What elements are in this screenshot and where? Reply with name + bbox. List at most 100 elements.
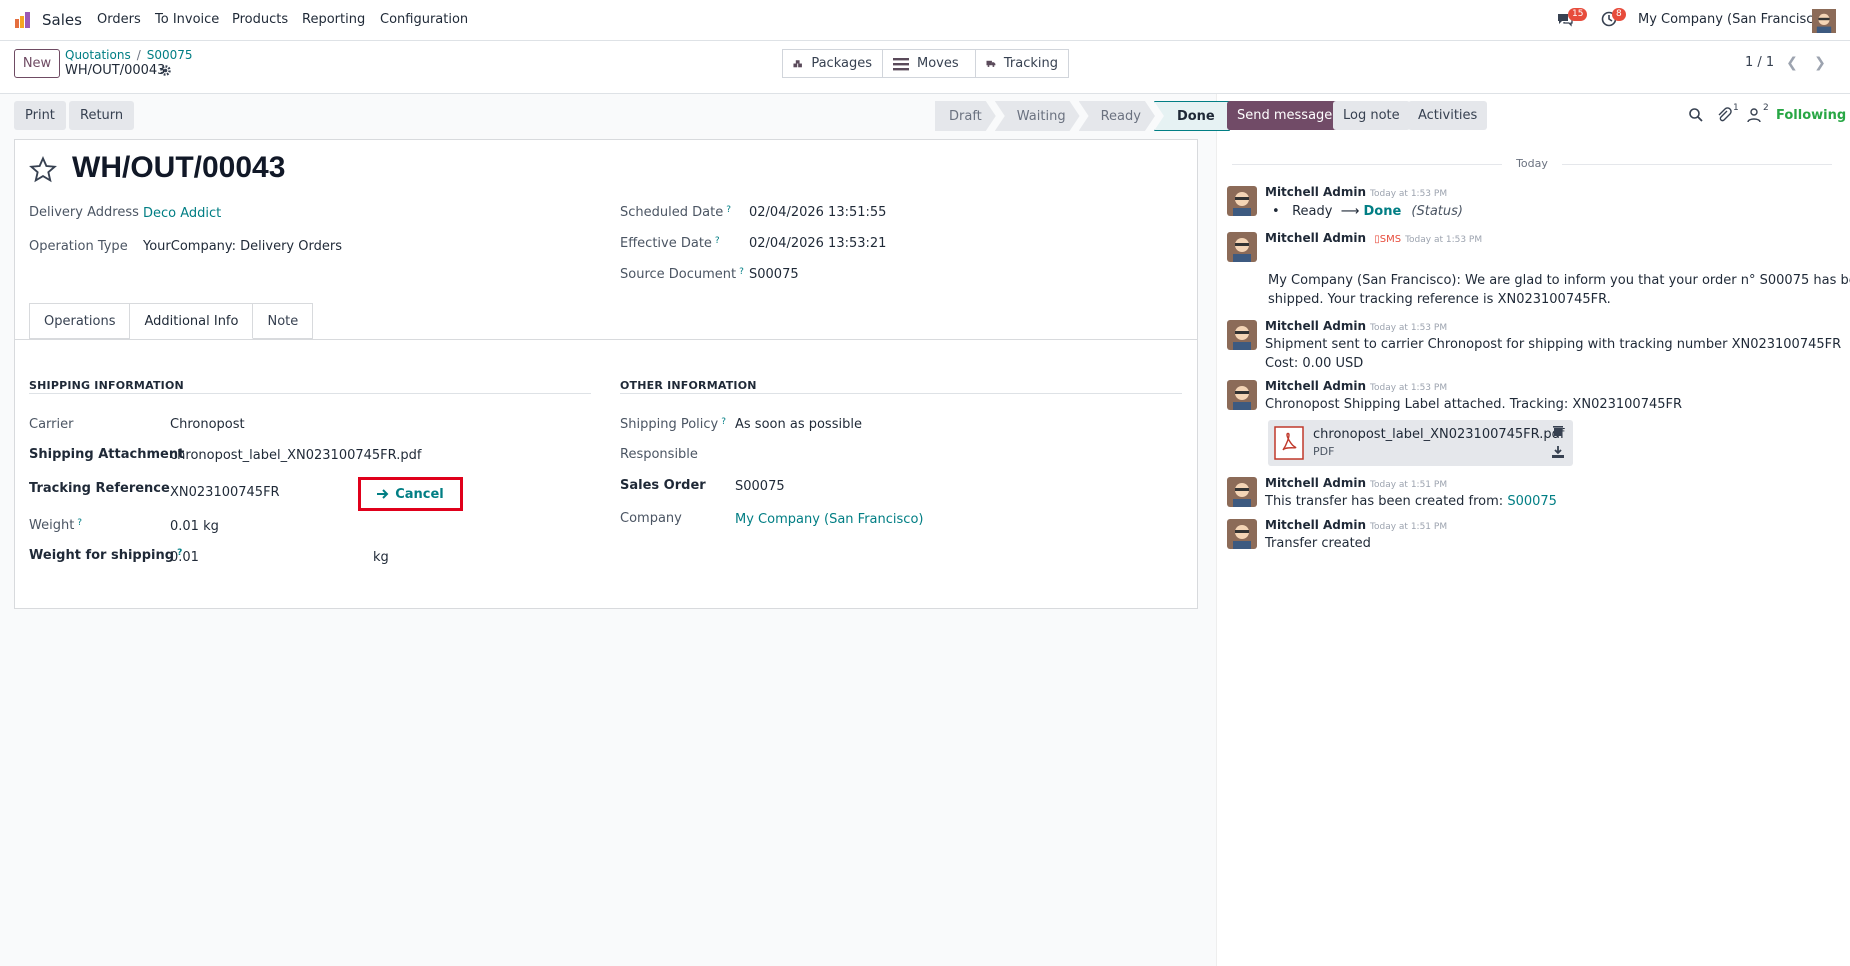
tracking-smart-button[interactable]: Tracking bbox=[975, 49, 1069, 78]
following-button[interactable]: Following bbox=[1776, 108, 1846, 123]
tracking-label: Tracking bbox=[1003, 56, 1058, 71]
followers-button[interactable]: 2 bbox=[1746, 103, 1772, 123]
help-icon[interactable]: ? bbox=[726, 205, 731, 215]
operation-type-label: Operation Type bbox=[29, 239, 128, 254]
record-title: WH/OUT/00043 bbox=[72, 151, 286, 184]
section-divider bbox=[29, 393, 591, 394]
avatar[interactable] bbox=[1227, 380, 1257, 410]
author-name[interactable]: Mitchell Admin bbox=[1265, 518, 1366, 532]
weight-shipping-input[interactable]: 0.01 bbox=[170, 550, 199, 565]
author-name[interactable]: Mitchell Admin bbox=[1265, 476, 1366, 490]
user-avatar[interactable] bbox=[1812, 9, 1836, 33]
carrier-value[interactable]: Chronopost bbox=[170, 417, 245, 432]
help-icon[interactable]: ? bbox=[739, 267, 744, 277]
message-text: This transfer has been created from: bbox=[1265, 494, 1504, 509]
app-name[interactable]: Sales bbox=[42, 11, 82, 29]
stage-draft[interactable]: Draft bbox=[935, 101, 996, 131]
pager-value[interactable]: 1 / 1 bbox=[1745, 55, 1774, 70]
sales-order-value[interactable]: S00075 bbox=[735, 479, 785, 494]
messages-icon[interactable]: 15 bbox=[1556, 8, 1588, 30]
pager-previous-icon[interactable]: ❮ bbox=[1780, 49, 1804, 77]
source-document-label: Source Document? bbox=[620, 267, 744, 282]
packages-label: Packages bbox=[811, 56, 872, 71]
print-button[interactable]: Print bbox=[14, 101, 66, 130]
tracking-reference-label: Tracking Reference bbox=[29, 481, 170, 496]
menu-reporting[interactable]: Reporting bbox=[302, 12, 365, 27]
source-document-value[interactable]: S00075 bbox=[749, 267, 799, 282]
arrow-right-icon bbox=[377, 489, 389, 499]
download-icon[interactable] bbox=[1552, 446, 1564, 458]
tracking-reference-value[interactable]: XN023100745FR bbox=[170, 485, 280, 500]
message-author: Mitchell Admin Today at 1:51 PM bbox=[1265, 476, 1447, 490]
other-section-title: OTHER INFORMATION bbox=[620, 379, 757, 392]
avatar[interactable] bbox=[1227, 519, 1257, 549]
message-time: Today at 1:51 PM bbox=[1370, 522, 1448, 532]
stage-waiting[interactable]: Waiting bbox=[995, 101, 1080, 131]
return-button[interactable]: Return bbox=[69, 101, 135, 130]
stage-ready[interactable]: Ready bbox=[1079, 101, 1155, 131]
breadcrumb-order[interactable]: S00075 bbox=[147, 48, 193, 62]
tab-divider bbox=[15, 339, 1197, 340]
breadcrumb-quotations[interactable]: Quotations bbox=[65, 48, 131, 62]
weight-value: 0.01 kg bbox=[170, 519, 219, 534]
attachment-card[interactable]: chronopost_label_XN023100745FR.pdf PDF bbox=[1268, 420, 1573, 466]
stage-done[interactable]: Done bbox=[1153, 101, 1230, 131]
trash-icon[interactable] bbox=[1552, 425, 1564, 437]
source-order-link[interactable]: S00075 bbox=[1507, 494, 1557, 509]
delivery-address-link[interactable]: Deco Addict bbox=[143, 206, 221, 221]
menu-to-invoice[interactable]: To Invoice bbox=[155, 12, 219, 27]
cancel-tracking-button[interactable]: Cancel bbox=[358, 477, 463, 511]
message-body: My Company (San Francisco): We are glad … bbox=[1268, 273, 1850, 288]
message-author: Mitchell Admin Today at 1:53 PM bbox=[1265, 319, 1447, 333]
help-icon[interactable]: ? bbox=[77, 518, 82, 528]
gear-icon[interactable] bbox=[159, 64, 172, 77]
new-button[interactable]: New bbox=[14, 49, 60, 78]
author-name[interactable]: Mitchell Admin bbox=[1265, 231, 1366, 245]
effective-date-value: 02/04/2026 13:53:21 bbox=[749, 236, 887, 251]
tab-note[interactable]: Note bbox=[253, 303, 314, 339]
avatar[interactable] bbox=[1227, 186, 1257, 216]
log-note-button[interactable]: Log note bbox=[1333, 101, 1410, 130]
message-author: Mitchell Admin ▯SMS Today at 1:53 PM bbox=[1265, 231, 1482, 245]
company-link[interactable]: My Company (San Francisco) bbox=[735, 512, 923, 527]
send-message-button[interactable]: Send message bbox=[1227, 101, 1343, 130]
tab-additional-info[interactable]: Additional Info bbox=[130, 303, 254, 339]
menu-configuration[interactable]: Configuration bbox=[380, 12, 468, 27]
menu-products[interactable]: Products bbox=[232, 12, 288, 27]
attachment-name: chronopost_label_XN023100745FR.pdf bbox=[1313, 427, 1565, 442]
shipping-policy-value[interactable]: As soon as possible bbox=[735, 417, 862, 432]
pdf-file-icon bbox=[1274, 426, 1304, 460]
shipping-attachment-label: Shipping Attachment bbox=[29, 447, 185, 462]
avatar[interactable] bbox=[1227, 477, 1257, 507]
operation-type-value[interactable]: YourCompany: Delivery Orders bbox=[143, 239, 342, 254]
source-document-label-text: Source Document bbox=[620, 267, 737, 282]
avatar[interactable] bbox=[1227, 232, 1257, 262]
scheduled-date-value[interactable]: 02/04/2026 13:51:55 bbox=[749, 205, 886, 220]
help-icon[interactable]: ? bbox=[715, 236, 720, 246]
attachment-type: PDF bbox=[1313, 445, 1335, 458]
tab-operations[interactable]: Operations bbox=[29, 303, 131, 339]
company-switcher[interactable]: My Company (San Francisco) bbox=[1638, 12, 1826, 27]
truck-icon bbox=[986, 60, 996, 67]
menu-orders[interactable]: Orders bbox=[97, 12, 141, 27]
message-time: Today at 1:53 PM bbox=[1370, 189, 1448, 199]
help-icon[interactable]: ? bbox=[721, 417, 726, 427]
responsible-label: Responsible bbox=[620, 447, 698, 462]
search-icon[interactable] bbox=[1688, 107, 1704, 123]
author-name[interactable]: Mitchell Admin bbox=[1265, 319, 1366, 333]
message-body: Chronopost Shipping Label attached. Trac… bbox=[1265, 397, 1683, 412]
activities-button[interactable]: Activities bbox=[1408, 101, 1488, 130]
bullet: • bbox=[1272, 204, 1280, 219]
activity-clock-icon[interactable]: 8 bbox=[1600, 8, 1626, 30]
packages-smart-button[interactable]: Packages bbox=[782, 49, 883, 78]
author-name[interactable]: Mitchell Admin bbox=[1265, 185, 1366, 199]
moves-smart-button[interactable]: Moves bbox=[882, 49, 976, 78]
attachments-button[interactable]: 1 bbox=[1716, 103, 1742, 123]
shipping-attachment-value[interactable]: chronopost_label_XN023100745FR.pdf bbox=[170, 448, 421, 463]
pager-next-icon[interactable]: ❯ bbox=[1808, 49, 1832, 77]
app-logo-icon[interactable] bbox=[14, 11, 32, 29]
avatar[interactable] bbox=[1227, 320, 1257, 350]
author-name[interactable]: Mitchell Admin bbox=[1265, 379, 1366, 393]
message-body: Cost: 0.00 USD bbox=[1265, 356, 1364, 371]
star-icon[interactable] bbox=[29, 156, 57, 184]
